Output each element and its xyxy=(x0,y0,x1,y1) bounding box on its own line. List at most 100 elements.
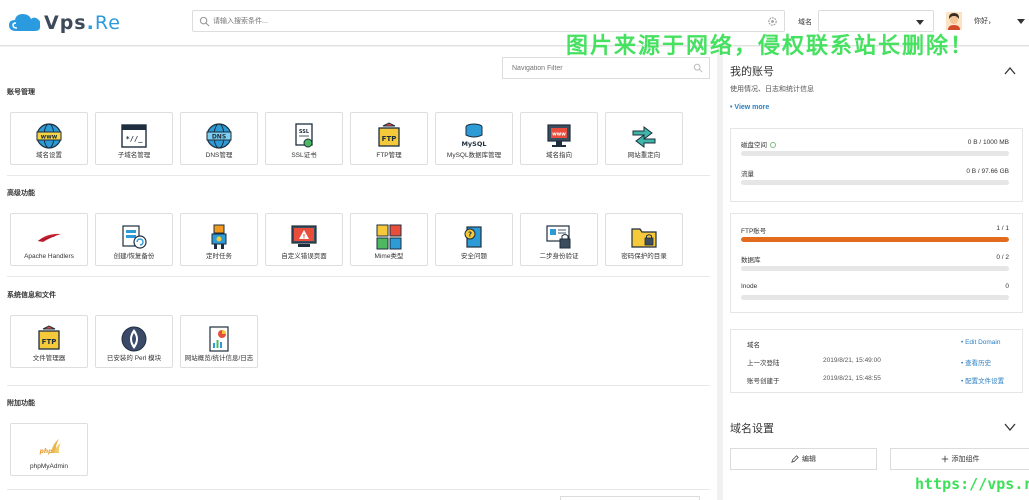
tile-backup-restore[interactable]: 创建/恢复备份 xyxy=(95,213,173,266)
search-icon xyxy=(199,16,210,27)
tile-label: 子域名管理 xyxy=(117,152,151,159)
section-title: 附加功能 xyxy=(7,400,35,407)
edit-button[interactable]: 编辑 xyxy=(730,448,877,470)
caret-down-icon[interactable] xyxy=(1017,19,1025,24)
tile-perl-modules[interactable]: 已安装的 Perl 模块 xyxy=(95,315,173,368)
tile-ftp-management[interactable]: FTP FTP管理 xyxy=(350,112,428,165)
tile-site-redirect[interactable]: 网站重定向 xyxy=(605,112,683,165)
two-factor-auth-icon xyxy=(546,225,571,249)
profile-settings-link[interactable]: • 配置文件设置 xyxy=(961,375,1004,385)
tile-subdomain-management[interactable]: *//_ 子域名管理 xyxy=(95,112,173,165)
tile-label: 网站重定向 xyxy=(627,152,661,159)
svg-text:?: ? xyxy=(468,231,472,239)
domain-label: 域名 xyxy=(798,19,812,26)
add-component-button[interactable]: 添加组件 xyxy=(890,448,1029,470)
tile-mime-types[interactable]: Mime类型 xyxy=(350,213,428,266)
view-more-link[interactable]: • View more xyxy=(730,104,769,111)
security-question-icon: ? xyxy=(464,226,482,248)
site-stats-chart-icon xyxy=(209,326,229,352)
section-title: 账号管理 xyxy=(7,89,35,96)
section-title: 高级功能 xyxy=(7,190,35,197)
tile-security-questions[interactable]: ? 安全问题 xyxy=(435,213,513,266)
info-value: 2019/8/21, 15:48:55 xyxy=(823,375,881,382)
svg-text:DNS: DNS xyxy=(212,134,226,141)
tile-cron-jobs[interactable]: 定时任务 xyxy=(180,213,258,266)
chevron-up-icon[interactable] xyxy=(1004,65,1016,77)
view-history-link[interactable]: • 查看历史 xyxy=(961,357,991,367)
edit-button-label: 编辑 xyxy=(802,456,816,463)
info-key: 上一次登陆 xyxy=(747,360,780,367)
watermark-text: 图片来源于网络，侵权联系站长删除！ xyxy=(566,34,975,59)
account-subtitle: 使用情况、日志和统计信息 xyxy=(730,86,814,93)
subdomain-terminal-icon: *//_ xyxy=(121,124,147,148)
tile-site-statistics[interactable]: 网站概览/统计信息/日志 xyxy=(180,315,258,368)
section-advanced-tiles: Apache Handlers 创建/恢复备份 定时任务 ! 自定义错误页面 M… xyxy=(10,213,683,266)
navigation-filter[interactable] xyxy=(502,57,710,79)
chevron-down-icon[interactable] xyxy=(1004,421,1016,433)
svg-text:www: www xyxy=(41,134,58,141)
tile-label: 定时任务 xyxy=(206,253,232,260)
tile-custom-error-pages[interactable]: ! 自定义错误页面 xyxy=(265,213,343,266)
resource-stats-card: FTP账号 1 / 1 数据库 0 / 2 Inode 0 xyxy=(730,213,1023,313)
svg-text:www: www xyxy=(552,132,566,138)
section-divider xyxy=(7,175,710,176)
info-icon[interactable] xyxy=(770,142,776,148)
section-account-tiles: www 域名设置 *//_ 子域名管理 DNS DNS管理 SSL SSL证书 … xyxy=(10,112,683,165)
tile-label: Apache Handlers xyxy=(24,253,74,260)
tile-two-factor-auth[interactable]: 二步身份验证 xyxy=(520,213,598,266)
backup-restore-icon xyxy=(122,225,147,249)
file-manager-ftp-icon: FTP xyxy=(38,325,60,350)
svg-text:SSL: SSL xyxy=(299,129,310,135)
plus-icon xyxy=(941,455,948,463)
tile-label: FTP管理 xyxy=(376,152,402,159)
tile-label: SSL证书 xyxy=(291,152,317,159)
dns-globe-icon: DNS xyxy=(206,123,232,149)
error-page-warning-icon: ! xyxy=(291,225,317,247)
navigation-filter-input[interactable] xyxy=(512,61,682,76)
caret-down-icon xyxy=(916,20,924,25)
progress-bar xyxy=(741,180,1009,185)
stat-name: Inode xyxy=(741,283,758,290)
ssl-certificate-icon: SSL xyxy=(295,123,313,148)
domain-pointer-monitor-icon: www xyxy=(547,124,571,147)
section-extra-tiles: php phpMyAdmin xyxy=(10,423,88,476)
cron-robot-icon xyxy=(211,224,227,249)
tile-phpmyadmin[interactable]: php phpMyAdmin xyxy=(10,423,88,476)
pencil-icon xyxy=(791,455,799,463)
tile-label: 创建/恢复备份 xyxy=(113,253,155,260)
cloud-logo-icon xyxy=(9,14,41,31)
tile-password-protected-dirs[interactable]: 密码保护的目录 xyxy=(605,213,683,266)
tile-file-manager[interactable]: FTP 文件管理器 xyxy=(10,315,88,368)
edit-domain-link[interactable]: • Edit Domain xyxy=(961,339,1001,346)
account-info-card: 域名 • Edit Domain 上一次登陆 2019/8/21, 15:49:… xyxy=(730,329,1023,393)
domain-settings-title: 域名设置 xyxy=(730,423,774,435)
tile-label: 已安装的 Perl 模块 xyxy=(106,355,162,362)
tile-ssl-certificate[interactable]: SSL SSL证书 xyxy=(265,112,343,165)
progress-bar xyxy=(741,237,1009,242)
svg-text:FTP: FTP xyxy=(42,338,57,346)
greeting-text: 你好， xyxy=(974,18,995,25)
section-title: 系统信息和文件 xyxy=(7,292,56,299)
stat-value: 0 / 2 xyxy=(996,254,1009,261)
search-icon xyxy=(693,63,703,73)
mysql-database-icon: MySQL xyxy=(461,123,487,148)
apache-feather-icon xyxy=(37,233,61,242)
mime-types-icon xyxy=(376,224,402,250)
tile-domain-settings[interactable]: www 域名设置 xyxy=(10,112,88,165)
right-panel: 我的账号 使用情况、日志和统计信息 • View more 磁盘空间 0 B /… xyxy=(723,47,1029,500)
gear-icon[interactable] xyxy=(767,16,778,27)
tile-label: DNS管理 xyxy=(205,152,233,159)
stat-value: 0 B / 97.66 GB xyxy=(966,168,1009,175)
logo[interactable]: Vps.Re xyxy=(8,12,121,34)
tile-apache-handlers[interactable]: Apache Handlers xyxy=(10,213,88,266)
stat-value: 0 xyxy=(1005,283,1009,290)
tile-domain-pointer[interactable]: www 域名指向 xyxy=(520,112,598,165)
progress-bar xyxy=(741,151,1009,156)
progress-fill xyxy=(741,237,1009,242)
tile-mysql-management[interactable]: MySQL MySQL数据库管理 xyxy=(435,112,513,165)
tile-dns-management[interactable]: DNS DNS管理 xyxy=(180,112,258,165)
password-protected-folder-icon xyxy=(631,228,657,248)
ftp-folder-icon: FTP xyxy=(378,122,400,147)
logo-text: Vps.Re xyxy=(44,12,121,34)
info-row-last-login: 上一次登陆 2019/8/21, 15:49:00 • 查看历史 xyxy=(747,357,1017,367)
